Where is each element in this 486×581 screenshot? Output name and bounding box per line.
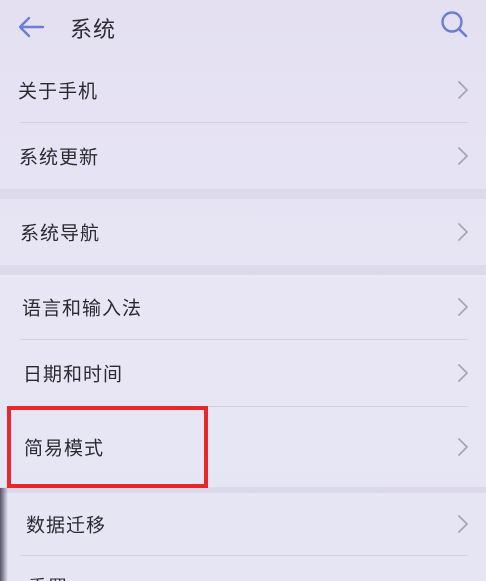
settings-item-label: 数据迁移 xyxy=(26,514,107,537)
settings-item-system-navigation[interactable]: 系统导航 xyxy=(0,199,486,265)
settings-item-label: 语言和输入法 xyxy=(22,297,143,320)
settings-item-language-input[interactable]: 语言和输入法 xyxy=(0,275,486,339)
chevron-right-icon xyxy=(458,81,468,99)
search-button[interactable] xyxy=(436,6,472,42)
group-separator xyxy=(0,189,486,199)
chevron-right-icon xyxy=(458,438,468,456)
left-edge-shadow xyxy=(0,488,8,581)
chevron-right-icon xyxy=(458,364,468,382)
settings-item-label: 系统导航 xyxy=(20,222,101,245)
settings-item-date-time[interactable]: 日期和时间 xyxy=(0,340,486,406)
system-settings-screen: 系统 关于手机 系统更新 系统导航 语言和输入法 日期和时间 简易模式 数据迁移 xyxy=(0,0,486,581)
settings-item-label: 简易模式 xyxy=(24,437,105,460)
settings-item-reset[interactable]: 重置 xyxy=(0,556,486,581)
page-title: 系统 xyxy=(70,18,117,43)
settings-item-simple-mode[interactable]: 简易模式 xyxy=(0,407,486,487)
search-icon xyxy=(441,11,468,38)
chevron-right-icon xyxy=(458,298,468,316)
group-separator xyxy=(0,265,486,275)
settings-item-label: 关于手机 xyxy=(18,80,99,103)
back-button[interactable] xyxy=(12,8,50,46)
header-bar: 系统 xyxy=(0,0,486,56)
chevron-right-icon xyxy=(458,515,468,533)
settings-item-label: 系统更新 xyxy=(19,146,100,169)
settings-item-label: 日期和时间 xyxy=(23,363,124,386)
settings-item-data-migration[interactable]: 数据迁移 xyxy=(0,493,486,555)
chevron-right-icon xyxy=(458,223,468,241)
settings-item-label: 重置 xyxy=(28,573,68,581)
settings-item-system-update[interactable]: 系统更新 xyxy=(0,123,486,189)
chevron-right-icon xyxy=(458,147,468,165)
arrow-left-icon xyxy=(18,16,45,38)
settings-item-about-phone[interactable]: 关于手机 xyxy=(0,58,486,122)
